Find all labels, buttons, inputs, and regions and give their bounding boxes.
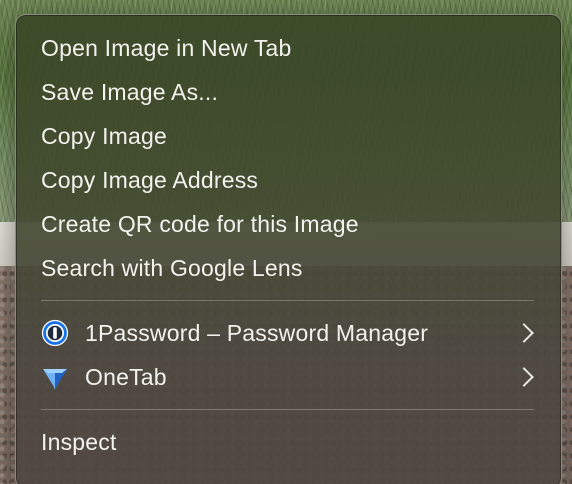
menu-separator (41, 409, 534, 410)
chevron-right-icon (514, 367, 534, 387)
menu-item-copy-image-address[interactable]: Copy Image Address (16, 158, 561, 202)
menu-item-inspect[interactable]: Inspect (16, 420, 561, 464)
menu-item-label: Copy Image (41, 122, 168, 149)
menu-item-label: Copy Image Address (41, 166, 259, 193)
menu-item-save-image-as[interactable]: Save Image As... (16, 70, 561, 114)
1password-icon (41, 319, 69, 347)
menu-item-label: Search with Google Lens (41, 254, 303, 281)
menu-item-create-qr-code[interactable]: Create QR code for this Image (16, 202, 561, 246)
menu-item-copy-image[interactable]: Copy Image (16, 114, 561, 158)
onetab-funnel-icon (41, 363, 69, 391)
menu-item-onetab[interactable]: OneTab (16, 355, 561, 399)
context-menu: Open Image in New Tab Save Image As... C… (15, 14, 562, 484)
menu-item-search-google-lens[interactable]: Search with Google Lens (16, 246, 561, 290)
menu-item-label: Open Image in New Tab (41, 34, 292, 61)
menu-item-label: Save Image As... (41, 78, 219, 105)
menu-item-label: 1Password – Password Manager (85, 319, 429, 346)
menu-item-label: OneTab (85, 363, 167, 390)
menu-separator (41, 300, 534, 301)
menu-item-open-image-new-tab[interactable]: Open Image in New Tab (16, 26, 561, 70)
menu-item-label: Inspect (41, 428, 117, 455)
menu-item-1password[interactable]: 1Password – Password Manager (16, 311, 561, 355)
menu-item-label: Create QR code for this Image (41, 210, 359, 237)
chevron-right-icon (514, 323, 534, 343)
